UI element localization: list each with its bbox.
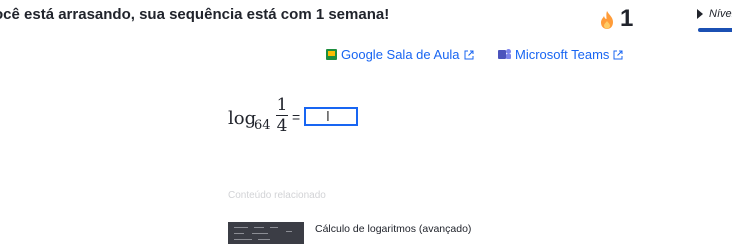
google-classroom-icon bbox=[326, 49, 337, 60]
fraction-numerator: 1 bbox=[276, 95, 288, 115]
arrow-right-icon bbox=[697, 9, 703, 19]
log-base: 64 bbox=[254, 118, 271, 133]
streak-count: 1 bbox=[620, 5, 634, 32]
related-content-heading: Conteúdo relacionado bbox=[228, 190, 326, 201]
text-cursor-icon: Ι bbox=[326, 110, 330, 125]
external-link-icon bbox=[464, 50, 474, 59]
fraction-denominator: 4 bbox=[276, 116, 288, 136]
streak-message: ocê está arrasando, sua sequência está c… bbox=[0, 6, 390, 23]
microsoft-teams-link[interactable]: Microsoft Teams bbox=[498, 47, 623, 62]
microsoft-teams-icon bbox=[498, 49, 511, 60]
related-item-link[interactable]: Cálculo de logaritmos (avançado) bbox=[315, 223, 471, 235]
log-function: log bbox=[228, 108, 257, 129]
external-link-icon bbox=[613, 50, 623, 59]
google-classroom-label: Google Sala de Aula bbox=[341, 47, 460, 62]
flame-icon bbox=[601, 11, 613, 29]
equals-sign: = bbox=[292, 109, 301, 125]
microsoft-teams-label: Microsoft Teams bbox=[515, 47, 610, 62]
fraction: 1 4 bbox=[276, 96, 288, 135]
video-thumbnail[interactable] bbox=[228, 222, 304, 244]
level-progress-bar bbox=[698, 28, 732, 32]
answer-input[interactable]: Ι bbox=[304, 107, 358, 126]
google-classroom-link[interactable]: Google Sala de Aula bbox=[326, 47, 474, 62]
level-label[interactable]: Nível 2 bbox=[709, 8, 732, 20]
